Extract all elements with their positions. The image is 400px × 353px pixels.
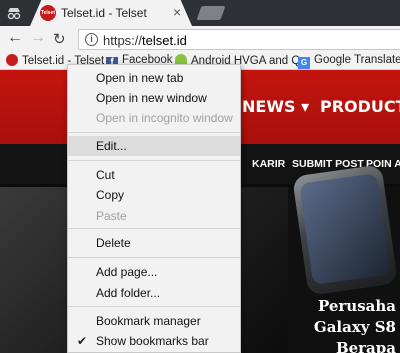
menu-add-page[interactable]: Add page... <box>68 262 240 282</box>
bookmark-context-menu: Open in new tab Open in new window Open … <box>67 64 241 353</box>
headline-line: Perusaha <box>317 297 396 315</box>
menu-separator <box>68 228 240 229</box>
new-tab-button[interactable] <box>196 6 226 20</box>
checkmark-icon: ✔ <box>77 334 88 348</box>
nav-news[interactable]: NEWS ▾ <box>242 97 309 116</box>
url-text[interactable]: https://telset.id <box>103 33 187 48</box>
url-scheme: https:// <box>103 33 143 48</box>
menu-delete[interactable]: Delete <box>68 233 240 253</box>
reload-icon[interactable]: ↻ <box>53 30 66 48</box>
telset-favicon-icon: Telset <box>40 5 56 21</box>
menu-open-in-new-tab[interactable]: Open in new tab <box>68 68 240 88</box>
menu-bookmark-manager[interactable]: Bookmark manager <box>68 311 240 331</box>
tab-close-icon[interactable]: × <box>173 4 181 20</box>
incognito-icon <box>7 8 21 20</box>
menu-cut[interactable]: Cut <box>68 165 240 185</box>
menu-paste[interactable]: Paste <box>68 206 240 226</box>
menu-separator <box>68 132 240 133</box>
menu-add-folder[interactable]: Add folder... <box>68 283 240 303</box>
translate-icon: G <box>298 57 310 69</box>
tab-strip: Telset Telset.id - Telset × <box>0 0 400 26</box>
address-bar[interactable]: i https://telset.id <box>78 29 400 50</box>
menu-separator <box>68 160 240 161</box>
menu-edit[interactable]: Edit... <box>68 136 240 156</box>
telset-icon <box>6 54 18 66</box>
menu-separator <box>68 257 240 258</box>
subnav-karir[interactable]: KARIR <box>252 158 285 170</box>
menu-open-in-new-window[interactable]: Open in new window <box>68 88 240 108</box>
bookmark-google-translate[interactable]: G Google Translate <box>298 54 400 69</box>
menu-open-in-incognito[interactable]: Open in incognito window <box>68 108 240 128</box>
tab-title[interactable]: Telset.id - Telset <box>61 6 147 20</box>
forward-arrow-icon[interactable]: → <box>30 29 46 47</box>
menu-show-bookmarks-bar[interactable]: ✔ Show bookmarks bar <box>68 331 240 351</box>
headline-line: Berapa <box>335 339 396 353</box>
article-headline[interactable]: Perusaha Galaxy S8 Berapa <box>296 296 396 353</box>
nav-product[interactable]: PRODUCT ▾ <box>320 97 400 116</box>
menu-copy[interactable]: Copy <box>68 185 240 205</box>
phone-image <box>292 164 398 296</box>
menu-separator <box>68 306 240 307</box>
back-arrow-icon[interactable]: ← <box>7 29 23 47</box>
info-icon[interactable]: i <box>85 33 98 46</box>
headline-line: Galaxy S8 <box>313 318 396 336</box>
bookmark-label: Google Translate <box>314 54 400 66</box>
menu-show-bookmarks-bar-label: Show bookmarks bar <box>96 334 209 348</box>
url-host: telset.id <box>142 33 187 48</box>
toolbar: ← → ↻ i https://telset.id <box>0 26 400 53</box>
